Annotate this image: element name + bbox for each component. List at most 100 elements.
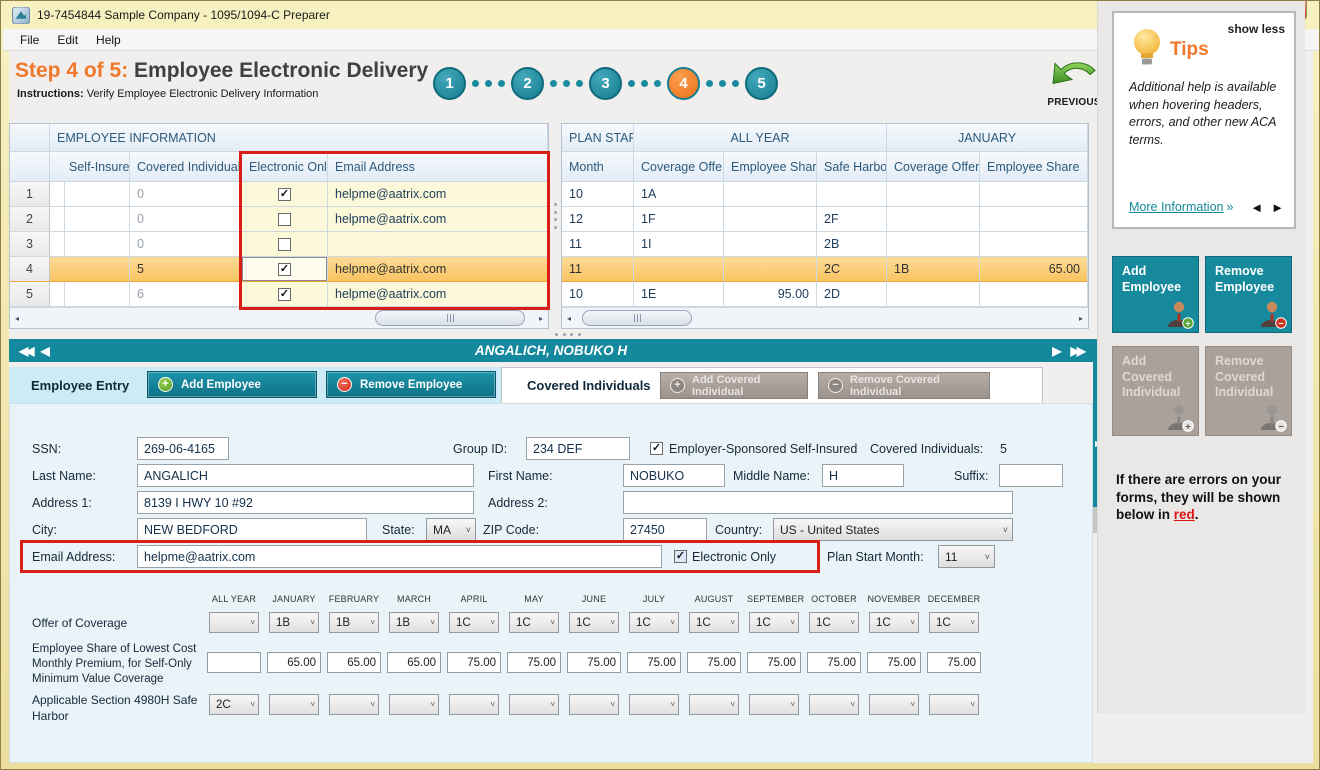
tips-next-arrow[interactable]: ► [1271,200,1284,215]
offer-of-coverage-october-select[interactable]: 1C˅ [809,612,859,633]
email-field[interactable]: helpme@aatrix.com [137,545,662,568]
previous-button[interactable]: PREVIOUS [1047,56,1101,108]
aca-row-4[interactable]: 112C1B65.00 [562,257,1088,282]
cell-safe-harbor[interactable]: 2F [817,207,887,232]
offer-of-coverage-february-select[interactable]: 1B˅ [329,612,379,633]
first-name-field[interactable]: NOBUKO [623,464,725,487]
state-select[interactable]: MA ˅ [426,518,476,541]
cell-safe-harbor[interactable] [817,182,887,207]
cell-covered-individuals[interactable]: 0 [130,207,242,232]
aca-row-2[interactable]: 121F2F [562,207,1088,232]
electronic-only-checkbox[interactable]: ✓ [674,550,687,563]
tab-covered-individuals[interactable]: Covered Individuals + Add Covered Indivi… [501,367,1043,403]
menu-help[interactable]: Help [87,31,130,49]
cell-coverage-offer[interactable] [887,232,980,257]
cell-month[interactable]: 10 [562,282,634,307]
right-grid-hscrollbar[interactable]: ◂▸ [562,307,1088,328]
step-circle-4[interactable]: 4 [667,67,700,100]
safe-harbor-april-select[interactable]: ˅ [449,694,499,715]
cell-month[interactable]: 12 [562,207,634,232]
offer-of-coverage-september-select[interactable]: 1C˅ [749,612,799,633]
cell-electronic-only[interactable]: ✓ [242,257,328,282]
cell-self-insured[interactable] [62,182,130,207]
cell-coverage-offer[interactable] [887,282,980,307]
left-grid-hscrollbar[interactable]: ◂▸ [10,307,548,328]
offer-of-coverage-january-select[interactable]: 1B˅ [269,612,319,633]
show-less-toggle[interactable]: show less [1228,22,1285,36]
employee-share-october-field[interactable]: 75.00 [807,652,861,673]
safe-harbor-june-select[interactable]: ˅ [569,694,619,715]
plan-start-month-select[interactable]: 11 ˅ [938,545,995,568]
employee-share-may-field[interactable]: 75.00 [507,652,561,673]
cell-employee-share[interactable] [980,182,1088,207]
self-insured-checkbox[interactable]: ✓ [650,442,663,455]
employee-share-november-field[interactable]: 75.00 [867,652,921,673]
scrollbar-thumb[interactable] [582,310,692,326]
cell-safe-harbor[interactable]: 2D [817,282,887,307]
previous-record-button[interactable]: ◀ [40,344,49,358]
cell-employee-share[interactable] [724,257,817,282]
cell-covered-individuals[interactable]: 6 [130,282,242,307]
last-name-field[interactable]: ANGALICH [137,464,474,487]
cell-month[interactable]: 10 [562,182,634,207]
safe-harbor-january-select[interactable]: ˅ [269,694,319,715]
zip-field[interactable]: 27450 [623,518,707,541]
step-circle-5[interactable]: 5 [745,67,778,100]
offer-of-coverage-all-year-select[interactable]: ˅ [209,612,259,633]
scroll-left-arrow-icon[interactable]: ◂ [567,314,571,323]
remove-employee-button[interactable]: − Remove Employee [326,371,496,398]
cell-employee-share[interactable] [980,232,1088,257]
cell-electronic-only[interactable]: ✓ [242,282,328,307]
electronic-only-checkbox[interactable]: ✓ [278,288,291,301]
employee-share-march-field[interactable]: 65.00 [387,652,441,673]
scroll-right-arrow-icon[interactable]: ▸ [1079,314,1083,323]
cell-employee-share[interactable] [980,207,1088,232]
add-employee-button[interactable]: Add Employee+ [1112,256,1199,333]
electronic-only-checkbox[interactable] [278,238,291,251]
cell-safe-harbor[interactable]: 2B [817,232,887,257]
more-information-link[interactable]: More Information» [1129,200,1233,214]
safe-harbor-october-select[interactable]: ˅ [809,694,859,715]
country-select[interactable]: US - United States ˅ [773,518,1013,541]
next-record-button[interactable]: ▶ [1052,344,1061,358]
cell-self-insured[interactable] [62,207,130,232]
offer-of-coverage-december-select[interactable]: 1C˅ [929,612,979,633]
cell-employee-share[interactable] [724,207,817,232]
cell-email-address[interactable]: helpme@aatrix.com [328,282,548,307]
employee-share-june-field[interactable]: 75.00 [567,652,621,673]
cell-employee-share[interactable]: 95.00 [724,282,817,307]
ssn-field[interactable]: 269-06-4165 [137,437,229,460]
cell-month[interactable]: 11 [562,257,634,282]
step-circle-2[interactable]: 2 [511,67,544,100]
tips-previous-arrow[interactable]: ◄ [1250,200,1263,215]
city-field[interactable]: NEW BEDFORD [137,518,367,541]
add-covered-individual-button[interactable]: Add Covered Individual+ [1112,346,1199,436]
offer-of-coverage-july-select[interactable]: 1C˅ [629,612,679,633]
add-covered-individual-button[interactable]: + Add Covered Individual [660,372,808,399]
cell-covered-individuals[interactable]: 5 [130,257,242,282]
cell-coverage-offer[interactable] [887,207,980,232]
electronic-only-checkbox[interactable] [278,213,291,226]
cell-coverage-offer[interactable]: 1E [634,282,724,307]
offer-of-coverage-march-select[interactable]: 1B˅ [389,612,439,633]
remove-covered-individual-button[interactable]: − Remove Covered Individual [818,372,990,399]
cell-month[interactable]: 11 [562,232,634,257]
safe-harbor-march-select[interactable]: ˅ [389,694,439,715]
menu-file[interactable]: File [11,31,48,49]
cell-coverage-offer[interactable]: 1I [634,232,724,257]
cell-email-address[interactable]: helpme@aatrix.com [328,257,548,282]
employee-row-3[interactable]: 30 [10,232,548,257]
offer-of-coverage-november-select[interactable]: 1C˅ [869,612,919,633]
employee-share-january-field[interactable]: 65.00 [267,652,321,673]
employee-row-1[interactable]: 10✓helpme@aatrix.com [10,182,548,207]
electronic-only-checkbox[interactable]: ✓ [278,263,291,276]
employee-share-july-field[interactable]: 75.00 [627,652,681,673]
suffix-field[interactable] [999,464,1063,487]
safe-harbor-all-year-select[interactable]: 2C˅ [209,694,259,715]
cell-coverage-offer[interactable] [634,257,724,282]
cell-electronic-only[interactable] [242,207,328,232]
grid-splitter-grip[interactable] [552,203,558,229]
remove-covered-individual-button[interactable]: Remove Covered Individual− [1205,346,1292,436]
aca-row-3[interactable]: 111I 2B [562,232,1088,257]
safe-harbor-august-select[interactable]: ˅ [689,694,739,715]
